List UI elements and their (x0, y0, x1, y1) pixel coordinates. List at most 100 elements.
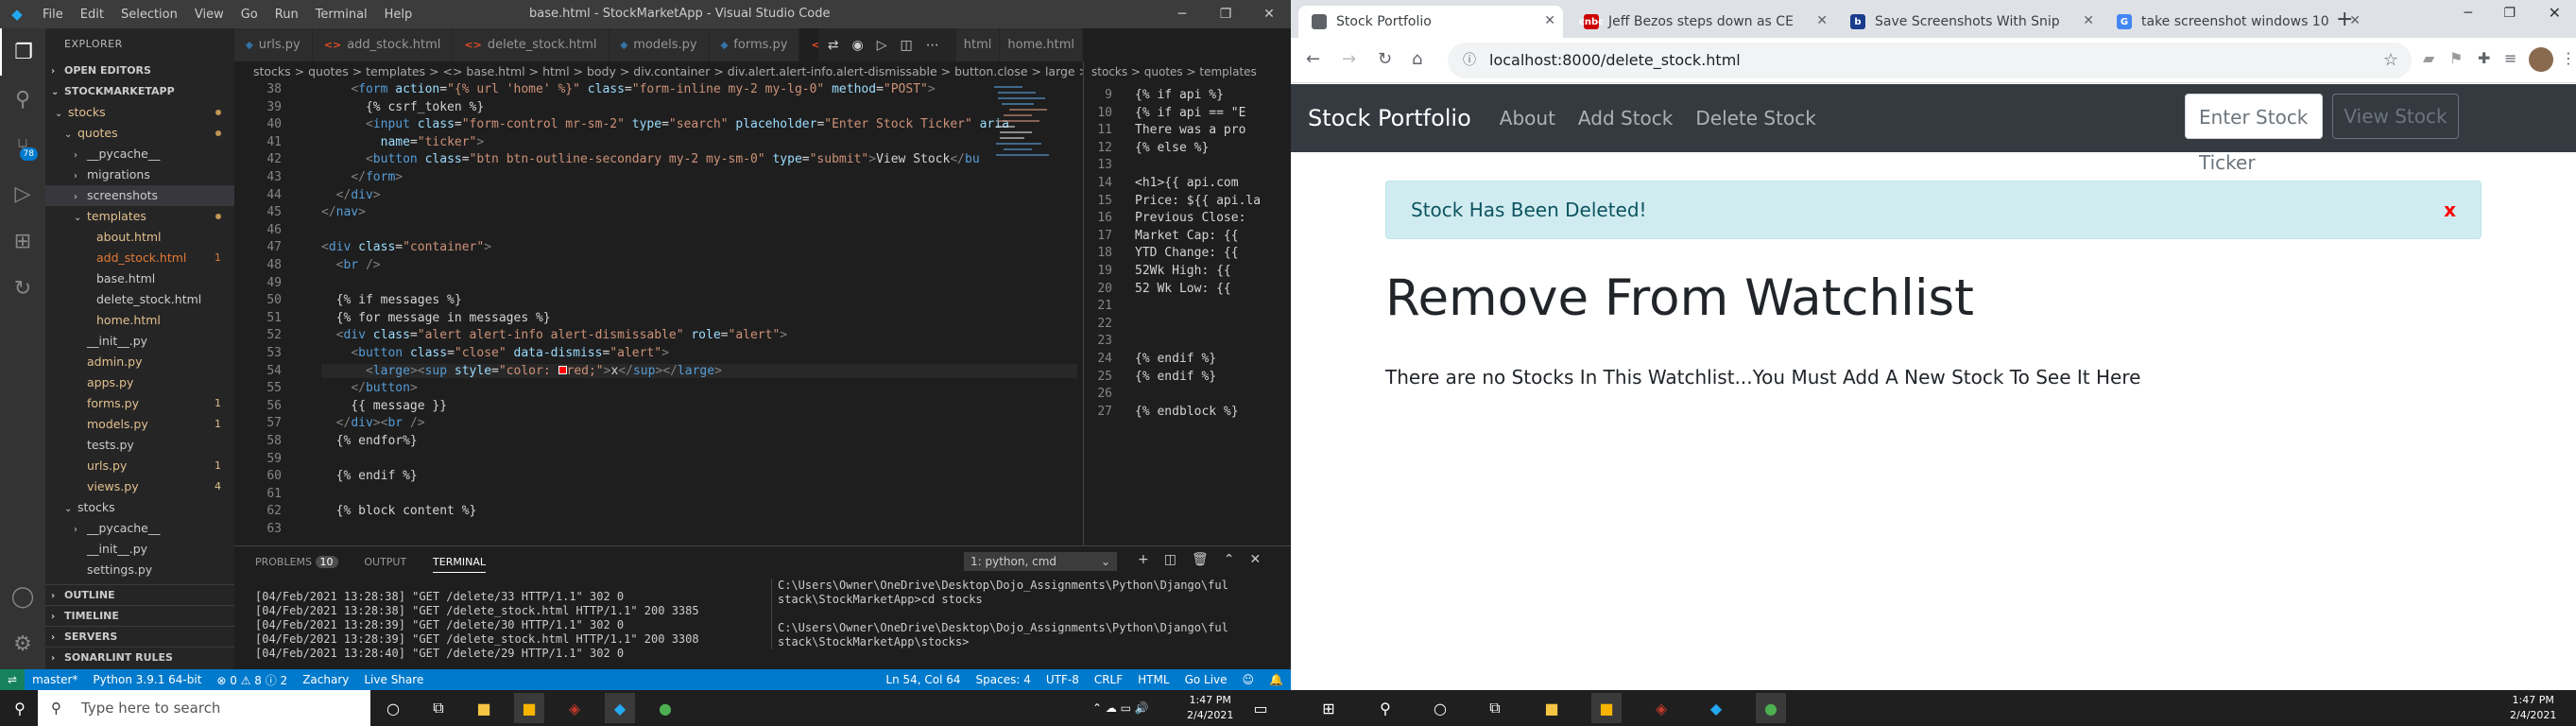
maximize-icon[interactable]: ❐ (2503, 6, 2516, 21)
source-control-icon[interactable]: ⑂ 78 (0, 123, 45, 170)
language-mode[interactable]: HTML (1138, 673, 1169, 686)
code-line[interactable]: <div class="alert alert-info alert-dismi… (321, 328, 787, 342)
code-line[interactable]: <br /> (321, 258, 381, 272)
compare-icon[interactable]: ⇄ (828, 38, 839, 53)
breadcrumb[interactable]: stocks > quotes > templates > <> base.ht… (234, 61, 1083, 82)
settings-gear-icon[interactable]: ⚙ (0, 620, 45, 667)
tree-item[interactable]: ⌄ templates (45, 206, 234, 227)
notification-center-icon[interactable]: ▭ (1245, 693, 1276, 723)
tree-item[interactable]: forms.py 1 (45, 393, 234, 414)
code-line[interactable]: {{ message }} (321, 399, 447, 413)
close-tab-icon[interactable]: ✕ (2083, 13, 2094, 28)
chrome-taskbar-icon[interactable]: ● (1756, 693, 1786, 723)
indentation[interactable]: Spaces: 4 (976, 673, 1031, 686)
code-line[interactable]: YTD Change: {{ (1135, 246, 1239, 260)
tree-item[interactable]: › __pycache__ (45, 144, 234, 164)
reload-icon[interactable]: ↻ (1378, 49, 1392, 69)
menu-selection[interactable]: Selection (112, 8, 186, 22)
editor-tab[interactable]: ⬥ models.py (609, 28, 710, 61)
minimap[interactable] (990, 82, 1072, 545)
tree-item[interactable]: tests.py (45, 435, 234, 456)
menu-view[interactable]: View (186, 8, 232, 22)
run-debug-icon[interactable]: ▷ (0, 170, 45, 217)
code-line[interactable]: name="ticker"> (321, 135, 485, 149)
code-line[interactable]: <button class="close" data-dismiss="aler… (321, 346, 669, 360)
code-line[interactable]: {% endif %} (321, 469, 418, 483)
sticky-notes-icon[interactable]: ■ (1591, 693, 1622, 723)
code-line[interactable]: 52Wk High: {{ (1135, 264, 1231, 278)
close-icon[interactable]: ✕ (2549, 4, 2561, 22)
menu-file[interactable]: File (34, 8, 72, 22)
extension-icon[interactable]: ▰ (2423, 49, 2434, 67)
code-line[interactable]: <form action="{% url 'home' %}" class="f… (321, 82, 935, 96)
code-line[interactable]: {% endblock %} (1135, 405, 1239, 419)
problems-summary[interactable]: ⊗ 0 ⚠ 8 ⓘ 2 (216, 672, 287, 688)
vscode-taskbar-icon[interactable]: ◆ (605, 693, 635, 723)
code-line[interactable]: </button> (321, 381, 417, 395)
home-icon[interactable]: ⌂ (1412, 49, 1422, 69)
code-line[interactable]: {% if api == "E (1135, 106, 1245, 120)
editor-tab[interactable]: ⬥ urls.py (234, 28, 313, 61)
account-icon[interactable]: ◯ (0, 573, 45, 620)
more-actions-icon[interactable]: ⋯ (926, 38, 939, 53)
extension-icon[interactable]: ⚑ (2449, 49, 2463, 67)
tree-item[interactable]: views.py 4 (45, 476, 234, 497)
code-line[interactable]: There was a pro (1135, 123, 1245, 137)
code-line[interactable]: </form> (321, 170, 403, 184)
terminal-right[interactable]: C:\Users\Owner\OneDrive\Desktop\Dojo_Ass… (771, 579, 1291, 649)
editor-tab[interactable]: html (955, 28, 1001, 61)
nav-delete-stock[interactable]: Delete Stock (1695, 107, 1815, 130)
tree-item[interactable]: urls.py 1 (45, 456, 234, 476)
code-line[interactable]: {% endfor%} (321, 434, 418, 448)
close-icon[interactable]: ✕ (1247, 0, 1291, 28)
browser-tab[interactable]: b Save Screenshots With Snip ✕ (1837, 6, 2102, 38)
chrome-taskbar-icon[interactable]: ● (650, 693, 680, 723)
tree-item[interactable]: __init__.py (45, 331, 234, 352)
code-line[interactable]: </div><br /> (321, 416, 425, 430)
tree-item[interactable]: › screenshots (45, 185, 234, 206)
eol[interactable]: CRLF (1094, 673, 1123, 686)
maximize-icon[interactable]: ❐ (1204, 0, 1247, 28)
code-line[interactable]: {% endif %} (1135, 352, 1216, 366)
code-line[interactable]: <div class="container"> (321, 240, 491, 254)
search-icon[interactable]: ⚲ (2, 693, 38, 723)
tree-item[interactable]: models.py 1 (45, 414, 234, 435)
search-icon[interactable]: ⚲ (0, 76, 45, 123)
notifications-icon[interactable]: 🔔 (1269, 673, 1283, 686)
section-timeline[interactable]: › TIMELINE (45, 605, 234, 626)
minimize-icon[interactable]: ─ (2464, 6, 2472, 21)
nav-about[interactable]: About (1500, 107, 1555, 130)
tree-item[interactable]: home.html (45, 310, 234, 331)
editor-tab[interactable]: <> add_stock.html (312, 28, 454, 61)
menu-icon[interactable]: ⋮ (2561, 49, 2576, 67)
kill-terminal-icon[interactable]: 🗑 (1192, 552, 1209, 567)
nav-add-stock[interactable]: Add Stock (1578, 107, 1673, 130)
sticky-notes-icon[interactable]: ■ (514, 693, 544, 723)
close-tab-icon[interactable]: ✕ (1544, 13, 1555, 28)
minimize-icon[interactable]: ─ (1160, 0, 1204, 28)
tree-item[interactable]: ⌄ stocks (45, 497, 234, 518)
tree-item[interactable]: __init__.py (45, 539, 234, 560)
tree-item[interactable]: apps.py (45, 372, 234, 393)
code-line[interactable]: Previous Close: (1135, 211, 1245, 225)
task-view-icon[interactable]: ⧉ (1480, 693, 1510, 723)
code-line[interactable]: 52 Wk Low: {{ (1135, 282, 1231, 296)
browser-tab[interactable]: Stock Portfolio ✕ (1298, 6, 1563, 38)
explorer-icon[interactable]: ❐ (0, 28, 45, 76)
file-explorer-icon[interactable]: ■ (1537, 693, 1567, 723)
encoding[interactable]: UTF-8 (1046, 673, 1079, 686)
maximize-panel-icon[interactable]: ⌃ (1224, 552, 1235, 567)
tab-output[interactable]: OUTPUT (364, 546, 406, 568)
split-editor-icon[interactable]: ◫ (901, 38, 913, 53)
tree-item[interactable]: admin.py (45, 352, 234, 372)
browser-tab[interactable]: cnbc Jeff Bezos steps down as CE ✕ (1571, 6, 1835, 38)
code-line[interactable]: {% endif %} (1135, 370, 1216, 384)
code-line[interactable]: </nav> (321, 205, 366, 219)
close-tab-icon[interactable]: ✕ (1816, 13, 1828, 28)
secondary-editor[interactable]: stocks > quotes > templates 9 {% if api %… (1083, 61, 1291, 545)
tree-item[interactable]: ⌄ quotes (45, 123, 234, 144)
reading-list-icon[interactable]: ≡ (2504, 49, 2516, 67)
tree-item[interactable]: about.html (45, 227, 234, 248)
avatar[interactable] (2529, 47, 2553, 72)
info-icon[interactable]: ⓘ (1463, 43, 1476, 78)
